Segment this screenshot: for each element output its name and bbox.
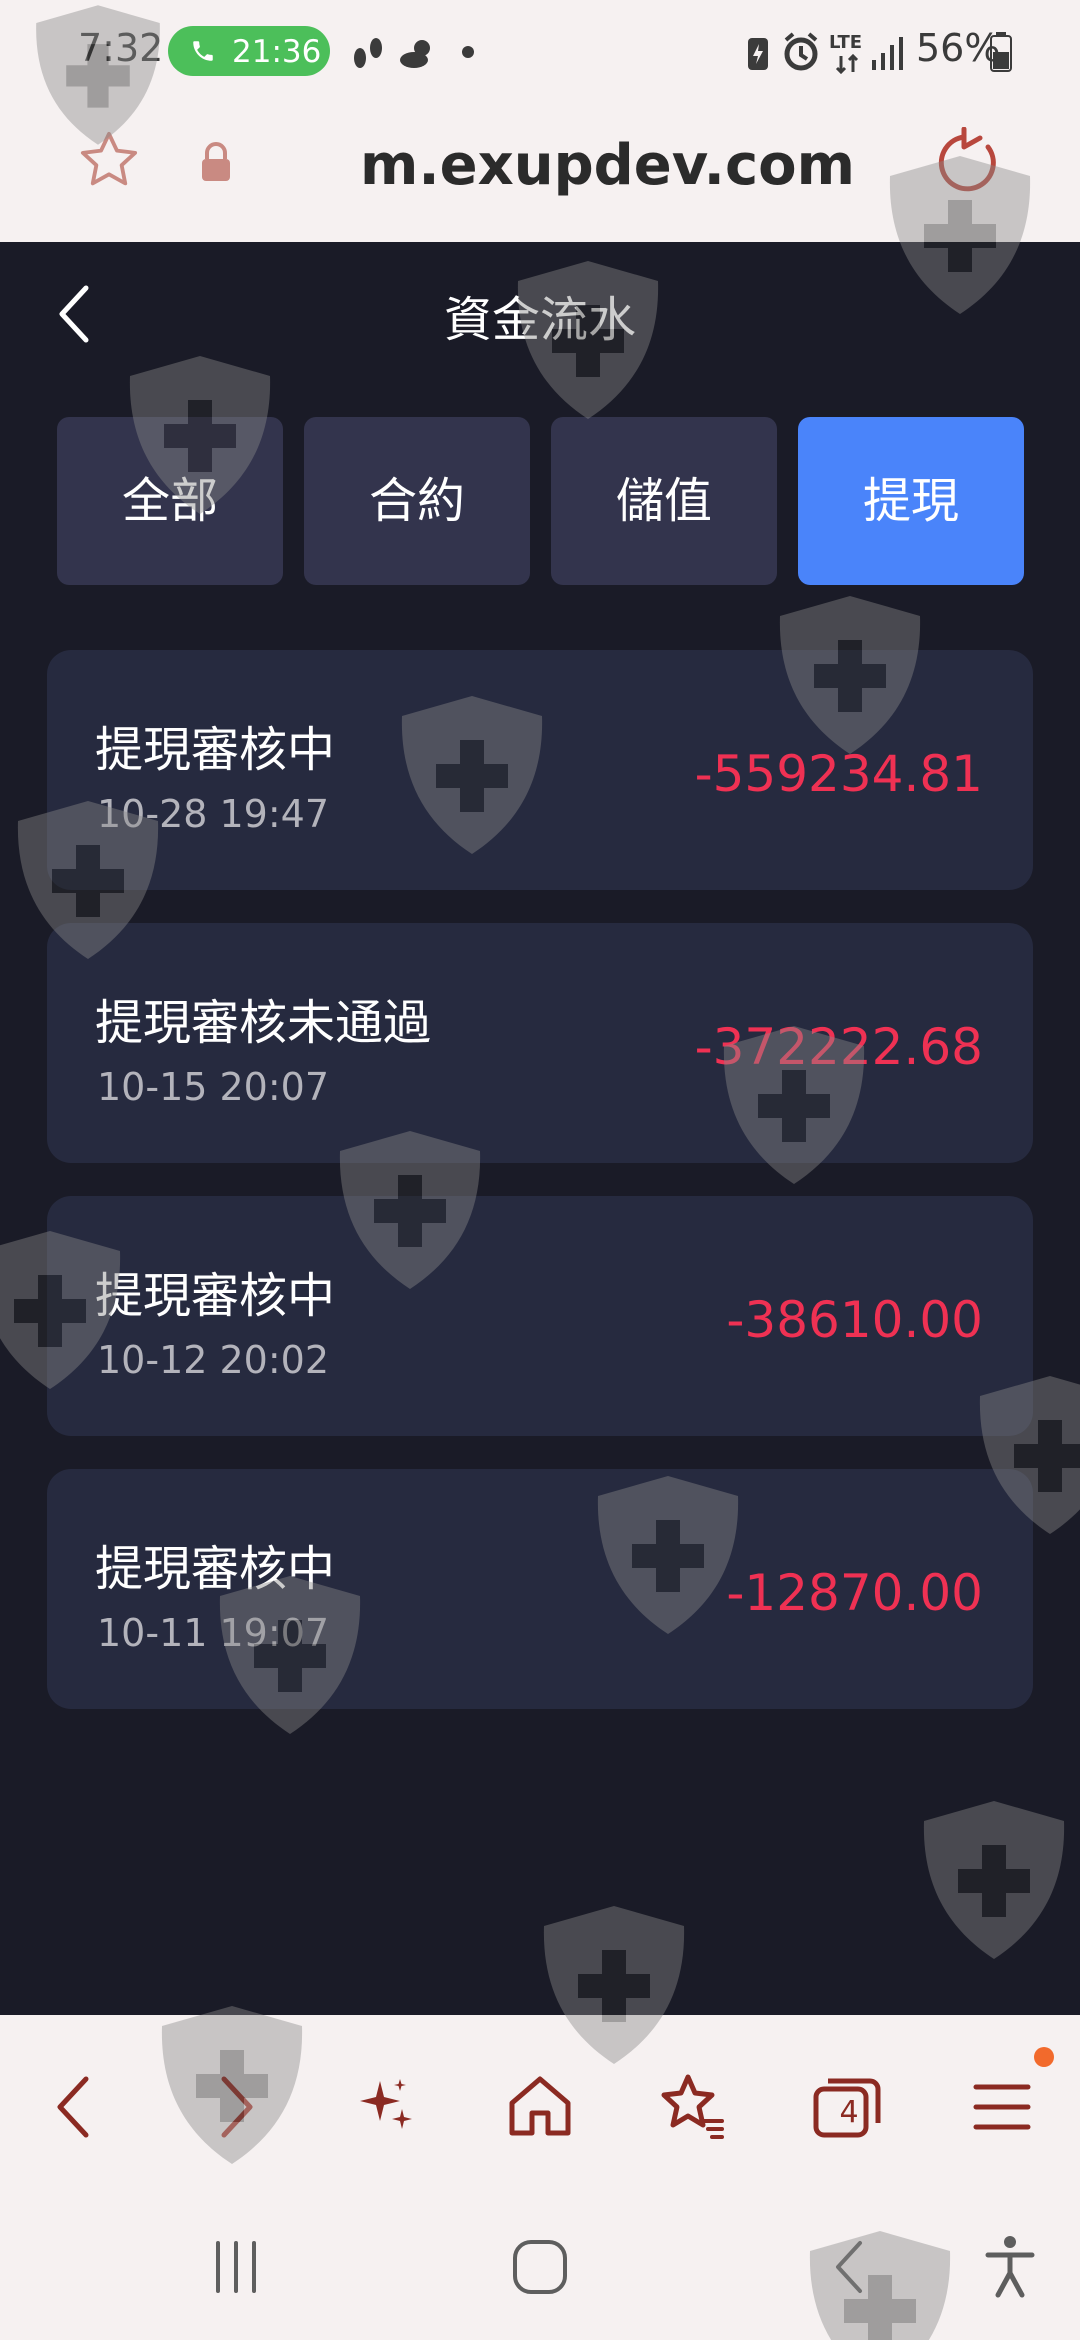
record-amount: -372222.68 bbox=[694, 1018, 983, 1076]
bookmarks-icon[interactable] bbox=[652, 2067, 732, 2147]
menu-icon[interactable] bbox=[962, 2067, 1042, 2147]
system-back-icon[interactable] bbox=[820, 2235, 884, 2299]
battery-percentage: 56% bbox=[916, 26, 1001, 70]
record-time: 10-28 19:47 bbox=[97, 792, 330, 836]
lock-icon[interactable] bbox=[198, 141, 234, 183]
ai-sparkle-icon[interactable] bbox=[346, 2067, 426, 2147]
browser-forward-icon[interactable] bbox=[196, 2067, 276, 2147]
record-time: 10-12 20:02 bbox=[97, 1338, 330, 1382]
reload-icon[interactable] bbox=[934, 127, 1004, 197]
tab-deposit[interactable]: 儲值 bbox=[551, 417, 777, 585]
page-title: 資金流水 bbox=[443, 292, 636, 348]
power-saving-icon bbox=[748, 38, 768, 70]
phone-icon bbox=[193, 41, 213, 61]
network-type: LTE bbox=[829, 32, 863, 53]
list-item[interactable]: 提現審核中 10-12 20:02 -38610.00 bbox=[47, 1196, 1033, 1436]
battery-icon bbox=[990, 32, 1012, 72]
browser-bottom-nav: 4 bbox=[0, 2015, 1080, 2195]
accessibility-icon[interactable] bbox=[982, 2233, 1038, 2299]
tab-withdraw[interactable]: 提現 bbox=[798, 417, 1024, 585]
menu-notification-badge bbox=[1034, 2047, 1054, 2067]
call-duration: 21:36 bbox=[232, 34, 322, 70]
tab-all[interactable]: 全部 bbox=[57, 417, 283, 585]
ongoing-call-pill[interactable]: 21:36 bbox=[168, 26, 330, 76]
notification-dot-icon bbox=[462, 46, 474, 58]
signal-strength-icon bbox=[872, 37, 903, 70]
app-header: 資金流水 bbox=[0, 242, 1080, 387]
url-text[interactable]: m.exupdev.com bbox=[360, 133, 855, 198]
weather-icon bbox=[400, 40, 430, 68]
record-status: 提現審核未通過 bbox=[95, 995, 432, 1051]
status-time: 7:32 bbox=[78, 26, 164, 70]
system-navigation-bar bbox=[0, 2195, 1080, 2340]
record-status: 提現審核中 bbox=[95, 722, 336, 778]
browser-url-bar: m.exupdev.com bbox=[0, 105, 1080, 242]
record-time: 10-15 20:07 bbox=[97, 1065, 330, 1109]
home-button-icon[interactable] bbox=[508, 2235, 572, 2299]
record-time: 10-11 19:07 bbox=[97, 1611, 330, 1655]
tab-count: 4 bbox=[839, 2095, 859, 2130]
data-transfer-icon bbox=[835, 54, 859, 74]
record-amount: -559234.81 bbox=[694, 745, 983, 803]
step-counter-icon bbox=[354, 38, 382, 68]
status-bar: 7:32 21:36 LTE 56% bbox=[0, 0, 1080, 105]
record-amount: -12870.00 bbox=[726, 1564, 983, 1622]
watermark-shield-icon bbox=[923, 1801, 1065, 1959]
record-status: 提現審核中 bbox=[95, 1268, 336, 1324]
list-item[interactable]: 提現審核中 10-11 19:07 -12870.00 bbox=[47, 1469, 1033, 1709]
home-icon[interactable] bbox=[500, 2067, 580, 2147]
browser-back-icon[interactable] bbox=[34, 2067, 114, 2147]
list-item[interactable]: 提現審核未通過 10-15 20:07 -372222.68 bbox=[47, 923, 1033, 1163]
record-amount: -38610.00 bbox=[726, 1291, 983, 1349]
list-item[interactable]: 提現審核中 10-28 19:47 -559234.81 bbox=[47, 650, 1033, 890]
alarm-icon bbox=[784, 32, 818, 71]
recent-apps-icon[interactable] bbox=[204, 2235, 268, 2299]
record-status: 提現審核中 bbox=[95, 1541, 336, 1597]
tab-contract[interactable]: 合約 bbox=[304, 417, 530, 585]
bookmark-star-icon[interactable] bbox=[76, 127, 142, 193]
